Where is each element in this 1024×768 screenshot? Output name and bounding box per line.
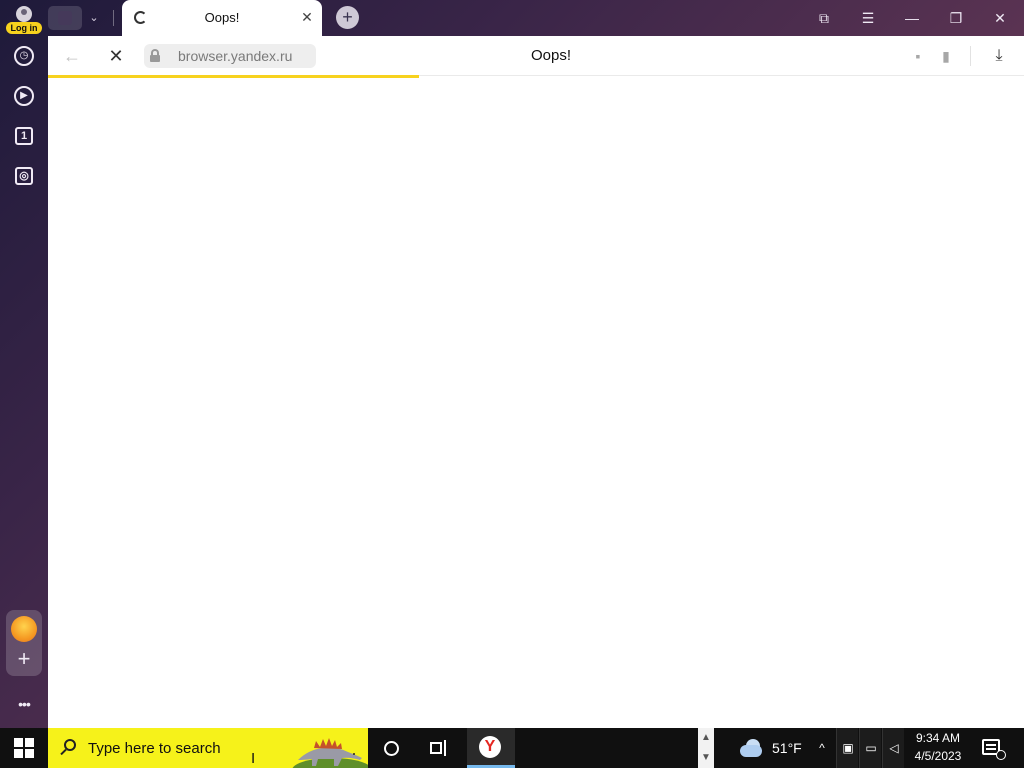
tab-title: Oops!: [204, 10, 240, 25]
menu-icon[interactable]: ☰: [856, 6, 880, 30]
new-tab-button[interactable]: +: [336, 6, 359, 29]
network-icon: ▭: [865, 741, 877, 755]
browser-toolbar: ← ✕ browser.yandex.ru Oops! ▪ ▮ ⤓: [48, 36, 1024, 76]
stop-loading-button[interactable]: ✕: [104, 44, 128, 68]
restore-button[interactable]: ❐: [944, 6, 968, 30]
sidebar-add-icon[interactable]: +: [12, 648, 36, 672]
video-icon[interactable]: ▶: [14, 86, 34, 106]
notification-badge-icon: [996, 750, 1006, 760]
tab-close-icon[interactable]: ✕: [298, 8, 316, 26]
taskbar-scroll[interactable]: ▲ ▼: [698, 728, 714, 768]
download-icon[interactable]: ⤓: [988, 45, 1010, 67]
loading-spinner-icon: [134, 11, 147, 24]
cortana-icon[interactable]: [384, 741, 399, 756]
loading-progress-bar: [48, 75, 419, 78]
taskbar: Type here to search Y ▲ ▼ 51°F ^ ▣ ▭ ◁ 9…: [0, 728, 1024, 768]
history-icon[interactable]: ◷: [14, 46, 34, 66]
browser-content: ← ✕ browser.yandex.ru Oops! ▪ ▮ ⤓: [48, 36, 1024, 728]
show-hidden-icons-chevron-icon[interactable]: ^: [814, 738, 830, 758]
text-cursor-icon: I: [251, 750, 256, 767]
weather-temperature[interactable]: 51°F: [772, 740, 802, 756]
clock-date: 4/5/2023: [914, 749, 962, 763]
scroll-down-icon[interactable]: ▼: [698, 748, 714, 768]
address-bar[interactable]: browser.yandex.ru: [144, 44, 316, 68]
chevron-down-icon[interactable]: ⌄: [86, 8, 102, 28]
tab-divider: [113, 10, 114, 26]
volume-tray[interactable]: ◁: [882, 728, 904, 768]
screenshot-icon[interactable]: ◎: [15, 167, 33, 185]
sidebar-app-icon[interactable]: [11, 616, 37, 642]
cloud-icon[interactable]: [738, 739, 764, 757]
taskbar-search-box[interactable]: Type here to search: [48, 728, 368, 768]
dinosaur-illustration-icon: [292, 738, 368, 768]
network-tray[interactable]: ▭: [859, 728, 881, 768]
clock-time: 9:34 AM: [915, 731, 961, 745]
sidebar-more-icon[interactable]: •••: [12, 692, 36, 716]
search-placeholder[interactable]: Type here to search: [88, 740, 221, 757]
scroll-up-icon[interactable]: ▲: [698, 728, 714, 748]
taskbar-clock[interactable]: 9:34 AM 4/5/2023: [906, 731, 970, 767]
avatar-icon: [16, 6, 32, 22]
volume-muted-icon: ◁: [889, 741, 899, 755]
sidebar: ◷ ▶ 1 ◎ + •••: [0, 36, 48, 728]
login-button[interactable]: Log in: [6, 4, 42, 34]
tab-group-button[interactable]: [48, 6, 82, 30]
toolbar-divider: [970, 46, 971, 66]
bookmark-icon[interactable]: ▮: [936, 46, 956, 66]
close-window-button[interactable]: ✕: [988, 6, 1012, 30]
yandex-logo-icon: Y: [479, 736, 501, 758]
meet-now-icon: ▣: [842, 741, 854, 755]
tab-active[interactable]: Oops! ✕: [122, 0, 322, 36]
page-title: Oops!: [530, 47, 572, 64]
meet-now-tray[interactable]: ▣: [836, 728, 858, 768]
yandex-browser-taskbar-button[interactable]: Y: [467, 728, 515, 768]
login-label: Log in: [6, 22, 42, 34]
back-button[interactable]: ←: [60, 44, 84, 68]
bookmarks-collections-icon[interactable]: ⧉: [812, 6, 836, 30]
lock-icon[interactable]: [150, 49, 160, 62]
comment-icon[interactable]: ▪: [908, 46, 928, 66]
tab-count-icon[interactable]: 1: [15, 127, 33, 145]
tab-strip: Log in ⌄ Oops! ✕ + ⧉ ☰ — ❐ ✕: [0, 0, 1024, 36]
minimize-button[interactable]: —: [900, 6, 924, 30]
url-text[interactable]: browser.yandex.ru: [178, 48, 292, 64]
windows-start-icon[interactable]: [14, 738, 34, 758]
search-icon: [60, 739, 78, 757]
task-view-icon[interactable]: [430, 740, 448, 756]
